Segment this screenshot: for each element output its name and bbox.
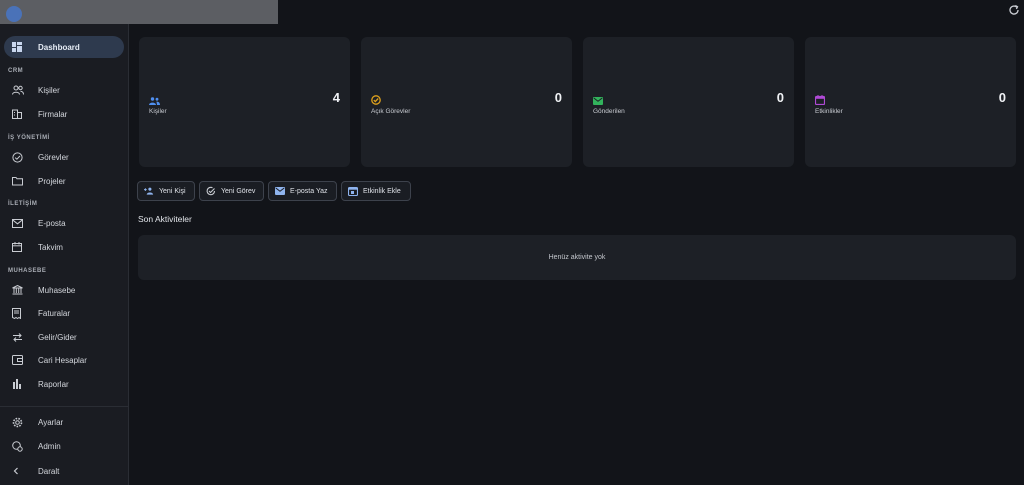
write-email-button[interactable]: E-posta Yaz bbox=[268, 181, 337, 201]
button-label: Yeni Görev bbox=[221, 187, 256, 195]
task-check-icon bbox=[371, 92, 381, 105]
sidebar-item-gelir-gider[interactable]: Gelir/Gider bbox=[4, 326, 124, 348]
sidebar-divider bbox=[0, 406, 128, 407]
stat-label: Etkinlikler bbox=[815, 108, 843, 115]
sidebar-item-label: Gelir/Gider bbox=[38, 332, 77, 342]
sidebar: Dashboard CRM Kişiler Firmalar İŞ YÖNETİ… bbox=[0, 0, 129, 485]
section-label-muhasebe: MUHASEBE bbox=[8, 268, 47, 274]
add-event-button[interactable]: Etkinlik Ekle bbox=[341, 181, 411, 201]
brand-header bbox=[0, 0, 278, 24]
calendar-add-icon bbox=[348, 186, 358, 196]
empty-state-text: Henüz aktivite yok bbox=[548, 254, 606, 261]
new-task-button[interactable]: Yeni Görev bbox=[199, 181, 264, 201]
mail-icon bbox=[275, 186, 285, 196]
button-label: Yeni Kişi bbox=[159, 187, 186, 195]
collapse-sidebar-button[interactable]: Daralt bbox=[4, 460, 124, 482]
sidebar-item-label: E-posta bbox=[38, 218, 66, 228]
add-person-icon bbox=[144, 186, 154, 196]
stat-value: 0 bbox=[776, 90, 784, 105]
stat-card-acik-gorevler[interactable]: Açık Görevler 0 bbox=[361, 37, 572, 167]
check-circle-icon bbox=[12, 151, 30, 163]
bar-chart-icon bbox=[12, 378, 30, 390]
button-label: E-posta Yaz bbox=[290, 187, 328, 195]
stat-label: Gönderilen bbox=[593, 108, 625, 115]
admin-icon bbox=[12, 440, 30, 452]
sidebar-item-firmalar[interactable]: Firmalar bbox=[4, 103, 124, 125]
stat-card-kisiler[interactable]: Kişiler 4 bbox=[139, 37, 350, 167]
gear-icon bbox=[12, 416, 30, 428]
dashboard-icon bbox=[12, 41, 30, 53]
stat-label: Kişiler bbox=[149, 108, 167, 115]
sidebar-item-raporlar[interactable]: Raporlar bbox=[4, 373, 124, 395]
people-icon bbox=[12, 84, 30, 96]
sidebar-item-projeler[interactable]: Projeler bbox=[4, 170, 124, 192]
sidebar-item-muhasebe[interactable]: Muhasebe bbox=[4, 279, 124, 301]
sidebar-item-cari-hesaplar[interactable]: Cari Hesaplar bbox=[4, 349, 124, 371]
sidebar-item-ayarlar[interactable]: Ayarlar bbox=[4, 411, 124, 433]
section-label-crm: CRM bbox=[8, 68, 24, 74]
sidebar-item-dashboard[interactable]: Dashboard bbox=[4, 36, 124, 58]
sidebar-item-gorevler[interactable]: Görevler bbox=[4, 146, 124, 168]
stat-value: 4 bbox=[332, 90, 340, 105]
folder-icon bbox=[12, 175, 30, 187]
building-icon bbox=[12, 108, 30, 120]
calendar-icon bbox=[12, 241, 30, 253]
receipt-icon bbox=[12, 307, 30, 319]
sidebar-item-label: Muhasebe bbox=[38, 285, 76, 295]
people-icon bbox=[149, 92, 160, 105]
new-person-button[interactable]: Yeni Kişi bbox=[137, 181, 195, 201]
refresh-icon[interactable] bbox=[1008, 3, 1020, 15]
sidebar-item-label: Projeler bbox=[38, 176, 66, 186]
sidebar-item-kisiler[interactable]: Kişiler bbox=[4, 79, 124, 101]
wallet-icon bbox=[12, 354, 30, 366]
swap-arrows-icon bbox=[12, 331, 30, 343]
sidebar-item-label: Raporlar bbox=[38, 379, 69, 389]
sidebar-item-label: Admin bbox=[38, 441, 61, 451]
sidebar-item-label: Daralt bbox=[38, 466, 60, 476]
sidebar-item-label: Faturalar bbox=[38, 308, 71, 318]
sidebar-item-label: Kişiler bbox=[38, 85, 60, 95]
section-label-is-yonetimi: İŞ YÖNETİMİ bbox=[8, 135, 50, 141]
add-task-icon bbox=[206, 186, 216, 196]
stat-label: Açık Görevler bbox=[371, 108, 411, 115]
mail-icon bbox=[12, 217, 30, 229]
sidebar-item-admin[interactable]: Admin bbox=[4, 435, 124, 457]
sidebar-item-eposta[interactable]: E-posta bbox=[4, 212, 124, 234]
bank-icon bbox=[12, 284, 30, 296]
recent-activities-title: Son Aktiviteler bbox=[138, 214, 192, 224]
chevron-left-icon bbox=[12, 465, 30, 477]
calendar-icon bbox=[814, 92, 826, 106]
mail-icon bbox=[593, 92, 603, 105]
sidebar-item-label: Firmalar bbox=[38, 109, 68, 119]
section-label-iletisim: İLETİŞİM bbox=[8, 201, 38, 207]
sidebar-item-label: Dashboard bbox=[38, 42, 80, 52]
sidebar-item-label: Ayarlar bbox=[38, 417, 64, 427]
sidebar-item-takvim[interactable]: Takvim bbox=[4, 236, 124, 258]
stat-value: 0 bbox=[554, 90, 562, 105]
stat-card-etkinlikler[interactable]: Etkinlikler 0 bbox=[805, 37, 1016, 167]
stat-value: 0 bbox=[998, 90, 1006, 105]
sidebar-item-label: Takvim bbox=[38, 242, 63, 252]
button-label: Etkinlik Ekle bbox=[363, 187, 401, 195]
sidebar-item-label: Cari Hesaplar bbox=[38, 355, 87, 365]
logo bbox=[6, 6, 22, 22]
stat-card-gonderilen[interactable]: Gönderilen 0 bbox=[583, 37, 794, 167]
sidebar-item-label: Görevler bbox=[38, 152, 69, 162]
sidebar-item-faturalar[interactable]: Faturalar bbox=[4, 302, 124, 324]
recent-activities-panel: Henüz aktivite yok bbox=[138, 235, 1016, 280]
